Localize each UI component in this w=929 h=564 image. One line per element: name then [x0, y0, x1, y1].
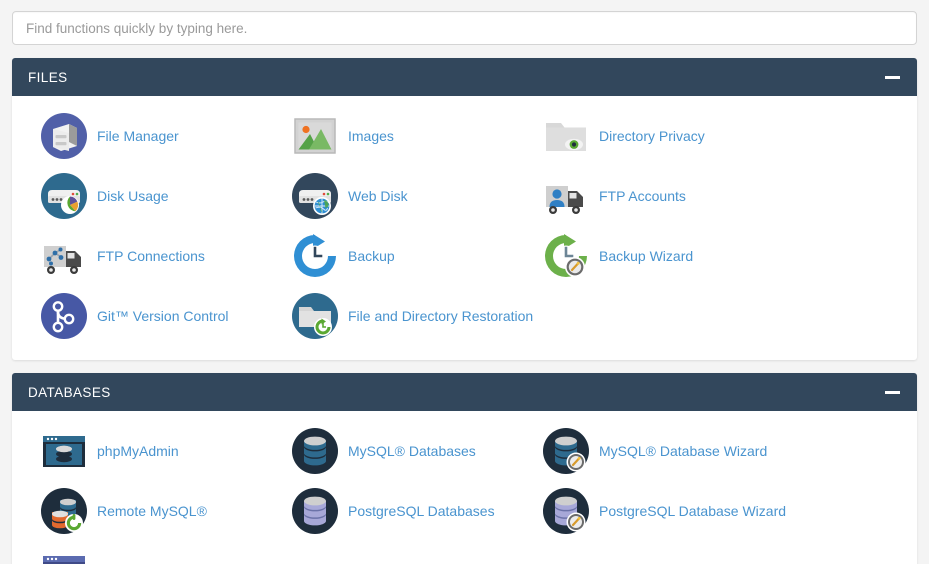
- item-label: File and Directory Restoration: [348, 308, 534, 324]
- item-label: PostgreSQL Databases: [348, 503, 495, 519]
- item-file-manager[interactable]: File Manager: [24, 106, 275, 166]
- item-label: Git™ Version Control: [97, 308, 229, 324]
- section-databases-header[interactable]: DATABASES: [12, 373, 917, 411]
- item-label: Backup: [348, 248, 395, 264]
- mysql-database-wizard-icon: [542, 427, 590, 475]
- item-row: phpMyAdmin MySQL® Databases MySQL® Datab…: [12, 421, 917, 481]
- backup-wizard-icon: [542, 232, 590, 280]
- item-empty: [275, 541, 526, 564]
- item-empty: [526, 541, 777, 564]
- git-version-control-icon: [40, 292, 88, 340]
- item-label: FTP Connections: [97, 248, 205, 264]
- item-label: File Manager: [97, 128, 179, 144]
- ftp-connections-icon: [40, 232, 88, 280]
- item-directory-privacy[interactable]: Directory Privacy: [526, 106, 777, 166]
- item-label: Disk Usage: [97, 188, 169, 204]
- postgresql-databases-icon: [291, 487, 339, 535]
- section-files-title: FILES: [28, 69, 68, 85]
- phppgadmin-icon: [40, 547, 88, 564]
- search-input[interactable]: [12, 11, 917, 45]
- item-backup[interactable]: Backup: [275, 226, 526, 286]
- minus-icon[interactable]: [885, 72, 900, 83]
- item-label: Remote MySQL®: [97, 503, 207, 519]
- item-phppgadmin[interactable]: phpPgAdmin: [24, 541, 275, 564]
- directory-privacy-icon: [542, 112, 590, 160]
- item-mysql-database-wizard[interactable]: MySQL® Database Wizard: [526, 421, 777, 481]
- section-files-header[interactable]: FILES: [12, 58, 917, 96]
- item-file-directory-restoration[interactable]: File and Directory Restoration: [275, 286, 533, 346]
- item-row: phpPgAdmin: [12, 541, 917, 564]
- item-label: phpMyAdmin: [97, 443, 179, 459]
- item-row: Git™ Version Control File and Directory …: [12, 286, 917, 346]
- postgresql-database-wizard-icon: [542, 487, 590, 535]
- item-mysql-databases[interactable]: MySQL® Databases: [275, 421, 526, 481]
- item-empty: [526, 286, 777, 346]
- images-icon: [291, 112, 339, 160]
- item-disk-usage[interactable]: Disk Usage: [24, 166, 275, 226]
- item-git-version-control[interactable]: Git™ Version Control: [24, 286, 275, 346]
- section-databases-body: phpMyAdmin MySQL® Databases MySQL® Datab…: [12, 411, 917, 564]
- ftp-accounts-icon: [542, 172, 590, 220]
- minus-icon[interactable]: [885, 387, 900, 398]
- backup-icon: [291, 232, 339, 280]
- item-ftp-accounts[interactable]: FTP Accounts: [526, 166, 777, 226]
- section-files-body: File Manager Images Directory Privacy Di…: [12, 96, 917, 360]
- item-label: Backup Wizard: [599, 248, 694, 264]
- phpmyadmin-icon: [40, 427, 88, 475]
- cpanel-page: FILES File Manager: [0, 0, 929, 564]
- item-images[interactable]: Images: [275, 106, 526, 166]
- item-postgresql-databases[interactable]: PostgreSQL Databases: [275, 481, 526, 541]
- item-web-disk[interactable]: Web Disk: [275, 166, 526, 226]
- item-postgresql-database-wizard[interactable]: PostgreSQL Database Wizard: [526, 481, 786, 541]
- disk-usage-icon: [40, 172, 88, 220]
- item-label: MySQL® Database Wizard: [599, 443, 768, 459]
- web-disk-icon: [291, 172, 339, 220]
- file-manager-icon: [40, 112, 88, 160]
- mysql-databases-icon: [291, 427, 339, 475]
- item-label: Images: [348, 128, 394, 144]
- remote-mysql-icon: [40, 487, 88, 535]
- item-label: MySQL® Databases: [348, 443, 476, 459]
- item-label: Web Disk: [348, 188, 408, 204]
- item-row: File Manager Images Directory Privacy: [12, 106, 917, 166]
- item-label: FTP Accounts: [599, 188, 686, 204]
- item-phpmyadmin[interactable]: phpMyAdmin: [24, 421, 275, 481]
- search-bar: [0, 0, 929, 45]
- section-files: FILES File Manager Images Directory Priv…: [12, 58, 917, 360]
- item-row: Disk Usage Web Disk FTP Accounts: [12, 166, 917, 226]
- item-row: FTP Connections Backup Backup Wizard: [12, 226, 917, 286]
- item-label: PostgreSQL Database Wizard: [599, 503, 787, 519]
- item-ftp-connections[interactable]: FTP Connections: [24, 226, 275, 286]
- section-databases: DATABASES phpMyAdmin MySQL® Databases My…: [12, 373, 917, 564]
- item-label: Directory Privacy: [599, 128, 705, 144]
- item-row: Remote MySQL® PostgreSQL Databases Postg…: [12, 481, 917, 541]
- item-remote-mysql[interactable]: Remote MySQL®: [24, 481, 275, 541]
- file-directory-restoration-icon: [291, 292, 339, 340]
- item-backup-wizard[interactable]: Backup Wizard: [526, 226, 777, 286]
- section-databases-title: DATABASES: [28, 384, 111, 400]
